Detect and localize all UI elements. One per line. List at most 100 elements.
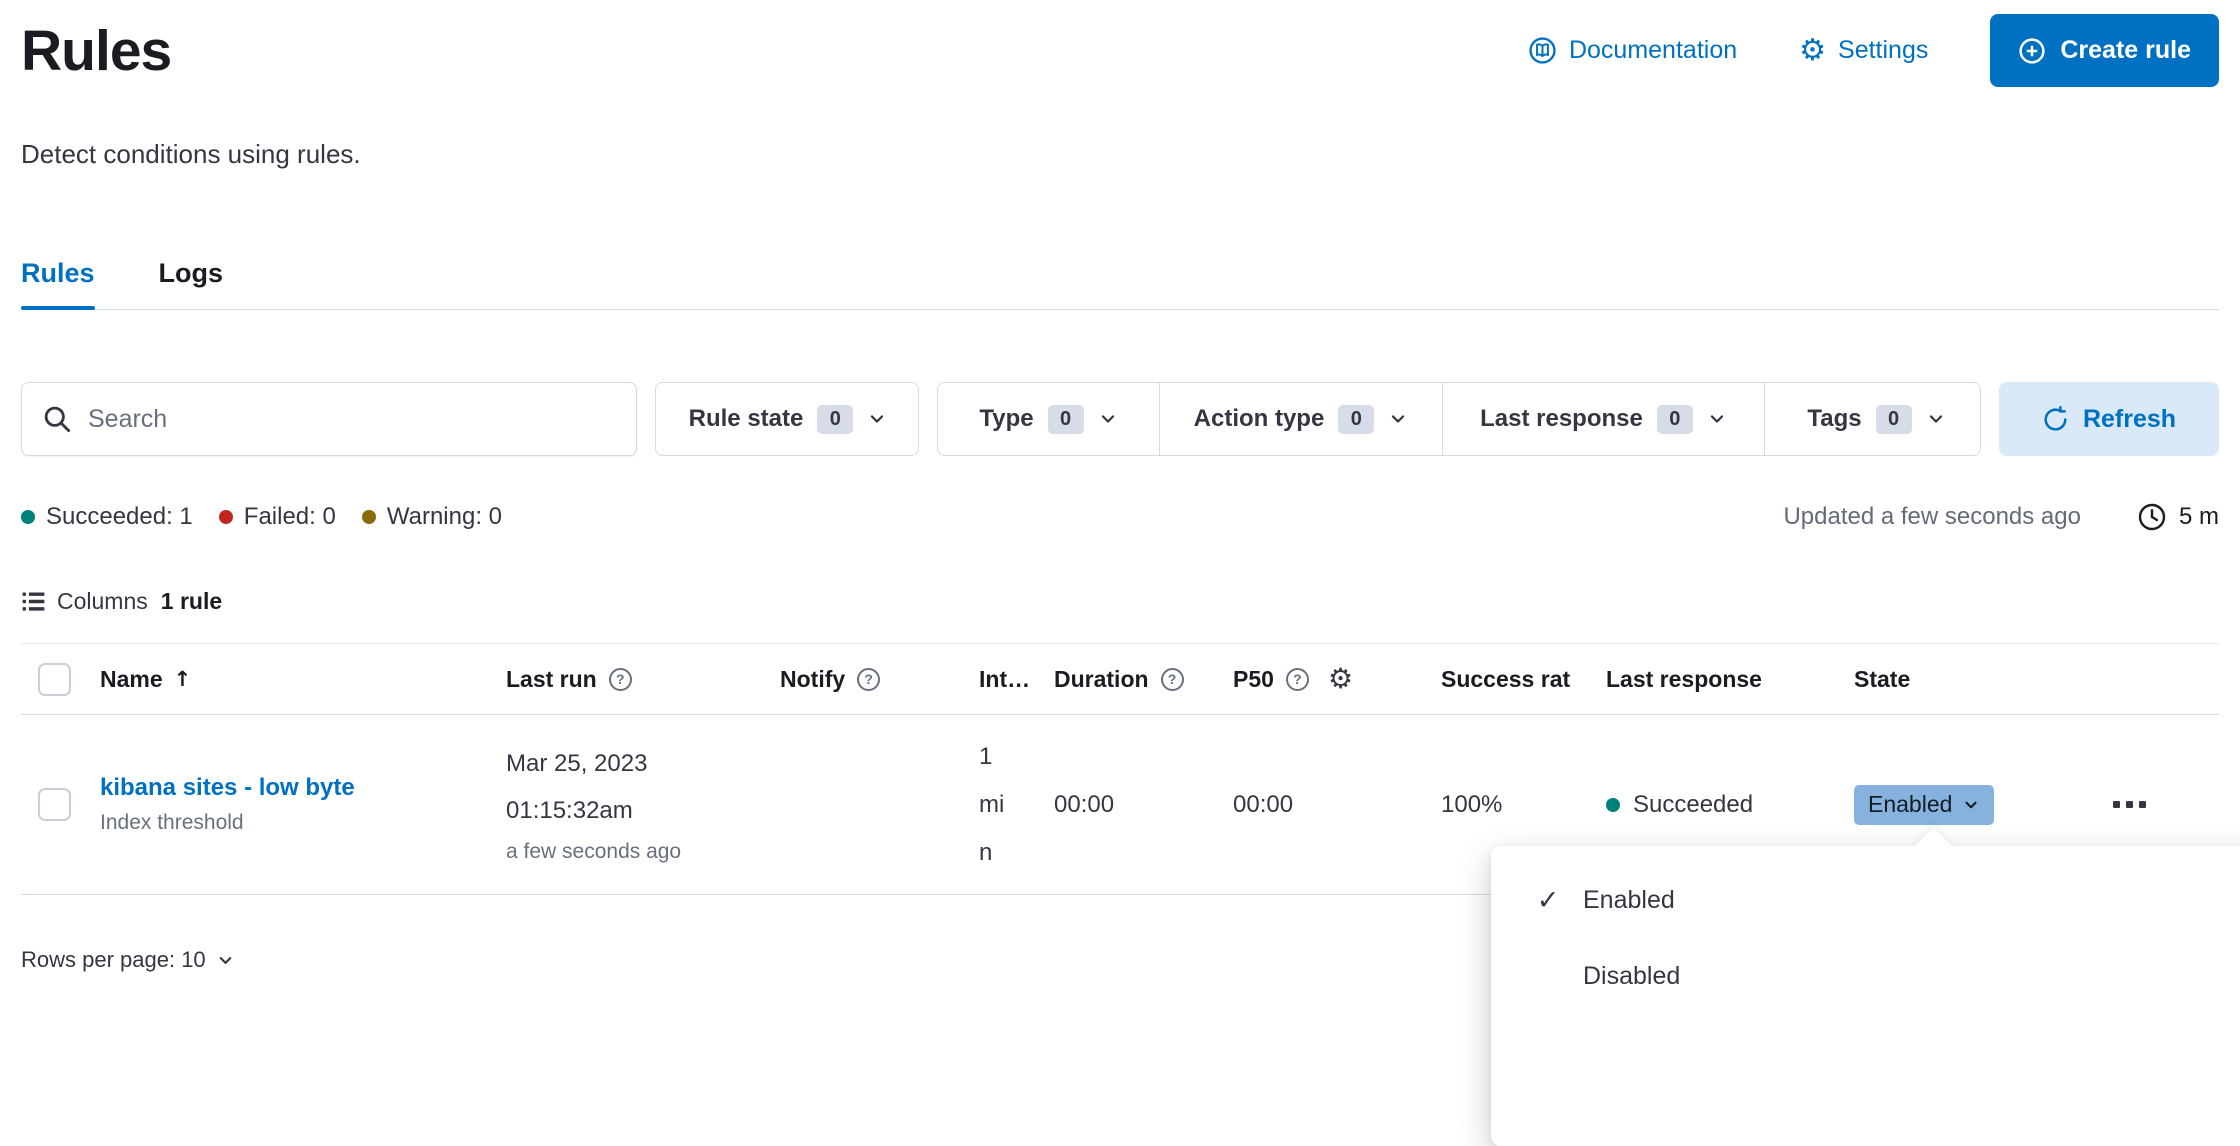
question-circle-icon: ? (857, 668, 880, 691)
filter-type-count: 0 (1048, 405, 1084, 434)
stat-failed: Failed: 0 (219, 503, 336, 531)
tabs: Rules Logs (21, 258, 2219, 310)
header-last-run[interactable]: Last run ? (506, 666, 780, 693)
failed-count: Failed: 0 (244, 503, 336, 531)
header-actions: Documentation ⚙ Settings Create rule (1528, 14, 2219, 87)
header-interval[interactable]: Int… (979, 666, 1054, 693)
auto-refresh-button[interactable]: 5 m (2137, 502, 2219, 532)
last-response-value: Succeeded (1633, 791, 1753, 819)
last-run-time: 01:15:32am (506, 787, 766, 834)
succeeded-dot-icon (1606, 798, 1620, 812)
succeeded-count: Succeeded: 1 (46, 503, 193, 531)
menu-item-disabled[interactable]: Disabled (1491, 938, 2240, 1014)
warning-dot-icon (362, 510, 376, 524)
rule-type-label: Index threshold (100, 811, 492, 835)
header-state-label: State (1854, 666, 1910, 693)
chevron-down-icon (1707, 409, 1727, 429)
header-interval-label: Int… (979, 666, 1030, 693)
filter-type[interactable]: Type 0 (938, 383, 1159, 455)
interval-value: 1 min (979, 733, 1015, 877)
header-duration-label: Duration (1054, 666, 1149, 693)
filter-rule-state-count: 0 (817, 405, 853, 434)
header-last-response[interactable]: Last response (1606, 666, 1854, 693)
columns-label: Columns (57, 588, 148, 615)
page-subtitle: Detect conditions using rules. (21, 139, 2219, 170)
search-icon (42, 404, 72, 434)
refresh-icon (2042, 406, 2069, 433)
filter-tags[interactable]: Tags 0 (1764, 383, 1981, 455)
rule-count-label: 1 rule (161, 588, 222, 615)
search-box (21, 382, 637, 456)
stat-warning: Warning: 0 (362, 503, 502, 531)
header-notify-label: Notify (780, 666, 845, 693)
state-badge[interactable]: Enabled (1854, 785, 1994, 825)
rows-per-page-label: Rows per page: 10 (21, 947, 206, 973)
table-header-row: Name ↑ Last run ? Notify ? Int… Duration… (21, 643, 2219, 715)
chevron-down-icon (1098, 409, 1118, 429)
updated-timestamp: Updated a few seconds ago (1783, 503, 2081, 531)
question-circle-icon: ? (1161, 668, 1184, 691)
header-p50-label: P50 (1233, 666, 1274, 693)
rows-per-page-button[interactable]: Rows per page: 10 (21, 947, 235, 973)
documentation-icon (1528, 36, 1557, 65)
header-success-rate-label: Success rat (1441, 666, 1570, 693)
success-rate-cell: 100% (1441, 791, 1606, 819)
p50-settings-gear-icon[interactable]: ⚙ (1328, 665, 1353, 693)
sort-asc-icon: ↑ (174, 667, 192, 691)
filter-last-response-label: Last response (1480, 405, 1643, 433)
header-name-label: Name (100, 666, 163, 693)
rules-page: Rules Documentation ⚙ Settings (0, 0, 2240, 1016)
columns-button[interactable]: Columns (21, 588, 148, 615)
duration-cell: 00:00 (1054, 791, 1233, 819)
question-circle-icon: ? (1286, 668, 1309, 691)
header-notify[interactable]: Notify ? (780, 666, 979, 693)
filter-bar: Rule state 0 Type 0 Action type 0 (21, 382, 2219, 456)
filter-rule-state[interactable]: Rule state 0 (656, 383, 919, 455)
gear-icon: ⚙ (1799, 36, 1826, 66)
p50-cell: 00:00 (1233, 791, 1441, 819)
tab-logs[interactable]: Logs (159, 258, 224, 309)
filter-type-label: Type (979, 405, 1033, 433)
page-header: Rules Documentation ⚙ Settings (21, 0, 2219, 87)
filter-action-type[interactable]: Action type 0 (1159, 383, 1442, 455)
filter-tags-label: Tags (1807, 405, 1861, 433)
filter-action-type-label: Action type (1194, 405, 1325, 433)
tab-rules[interactable]: Rules (21, 258, 95, 309)
header-name[interactable]: Name ↑ (100, 666, 506, 693)
search-input[interactable] (88, 405, 616, 434)
succeeded-dot-icon (21, 510, 35, 524)
header-last-run-label: Last run (506, 666, 597, 693)
question-circle-icon: ? (609, 668, 632, 691)
status-bar: Succeeded: 1 Failed: 0 Warning: 0 Update… (21, 502, 2219, 532)
header-p50[interactable]: P50 ? ⚙ (1233, 665, 1441, 693)
documentation-link[interactable]: Documentation (1528, 36, 1737, 65)
header-success-rate[interactable]: Success rat (1441, 666, 1606, 693)
rule-name-link[interactable]: kibana sites - low byte (100, 774, 492, 802)
chevron-down-icon (867, 409, 887, 429)
clock-icon (2137, 502, 2167, 532)
stat-succeeded: Succeeded: 1 (21, 503, 193, 531)
row-actions-menu-icon[interactable] (2103, 791, 2156, 818)
menu-item-disabled-label: Disabled (1583, 962, 1680, 991)
chevron-down-icon (1926, 409, 1946, 429)
refresh-label: Refresh (2083, 405, 2176, 434)
check-icon: ✓ (1533, 885, 1563, 916)
plus-circle-icon (2018, 37, 2046, 65)
state-badge-label: Enabled (1868, 791, 1952, 818)
chevron-down-icon (216, 951, 235, 970)
failed-dot-icon (219, 510, 233, 524)
menu-item-enabled[interactable]: ✓ Enabled (1491, 862, 2240, 938)
chevron-down-icon (1388, 409, 1408, 429)
refresh-button[interactable]: Refresh (1999, 382, 2219, 456)
header-state[interactable]: State (1854, 666, 2054, 693)
select-all-checkbox[interactable] (38, 663, 71, 696)
filter-group: Type 0 Action type 0 Last response 0 (937, 382, 1981, 456)
filter-last-response[interactable]: Last response 0 (1442, 383, 1764, 455)
warning-count: Warning: 0 (387, 503, 502, 531)
create-rule-button[interactable]: Create rule (1990, 14, 2219, 87)
row-checkbox[interactable] (38, 788, 71, 821)
settings-link[interactable]: ⚙ Settings (1799, 36, 1928, 66)
interval-cell: 1 min (979, 733, 1054, 877)
header-duration[interactable]: Duration ? (1054, 666, 1233, 693)
menu-item-enabled-label: Enabled (1583, 886, 1675, 915)
